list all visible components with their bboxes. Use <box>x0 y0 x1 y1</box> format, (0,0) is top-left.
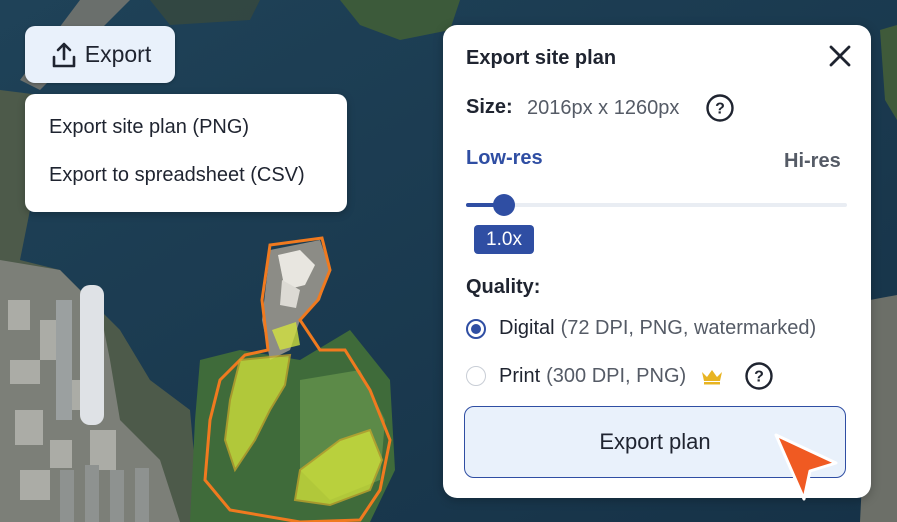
menu-item-export-csv[interactable]: Export to spreadsheet (CSV) <box>49 164 305 187</box>
option-digital-details: (72 DPI, PNG, watermarked) <box>560 317 817 339</box>
resolution-value-tooltip: 1.0x <box>474 225 534 254</box>
export-button[interactable]: Export <box>25 26 175 83</box>
quality-option-print[interactable]: Print (300 DPI, PNG) ? <box>466 361 774 391</box>
option-print-label: Print <box>499 364 541 387</box>
option-print-details: (300 DPI, PNG) <box>546 364 687 387</box>
size-label: Size: <box>466 96 513 118</box>
hi-res-label: Hi-res <box>784 150 841 172</box>
resolution-slider-track[interactable] <box>466 203 847 207</box>
size-value: 2016px x 1260px <box>527 97 680 119</box>
menu-item-export-png[interactable]: Export site plan (PNG) <box>49 116 249 139</box>
pointer-cursor-icon <box>774 433 838 501</box>
upload-icon <box>52 42 76 67</box>
help-icon[interactable]: ? <box>744 361 774 391</box>
quality-label: Quality: <box>466 276 541 298</box>
export-menu: Export site plan (PNG) Export to spreads… <box>25 94 347 212</box>
option-digital-label: Digital <box>499 317 555 339</box>
svg-text:?: ? <box>754 369 764 386</box>
svg-text:?: ? <box>715 101 725 118</box>
panel-title: Export site plan <box>466 47 617 69</box>
close-icon[interactable] <box>824 40 856 72</box>
crown-icon <box>702 370 723 385</box>
help-icon[interactable]: ? <box>705 93 735 123</box>
resolution-slider-handle[interactable] <box>493 194 516 216</box>
radio-unselected[interactable] <box>466 366 486 386</box>
low-res-label: Low-res <box>466 147 543 169</box>
export-panel: Export site plan Size: 2016px x 1260px ?… <box>443 25 871 498</box>
quality-option-digital[interactable]: Digital (72 DPI, PNG, watermarked) <box>466 317 816 340</box>
export-button-label: Export <box>84 41 152 67</box>
radio-selected[interactable] <box>466 318 486 339</box>
